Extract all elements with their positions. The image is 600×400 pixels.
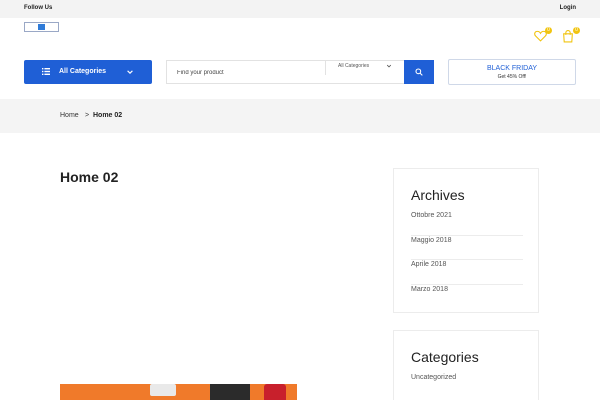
archives-list: Ottobre 2021 Maggio 2018 Aprile 2018 Mar… — [411, 211, 523, 310]
site-logo[interactable] — [24, 22, 59, 32]
archive-item[interactable]: Marzo 2018 — [411, 285, 523, 310]
promo-subtitle: Get 45% Off! — [497, 74, 527, 80]
black-friday-promo[interactable]: BLACK FRIDAY Get 45% Off! — [448, 59, 576, 85]
wishlist-count-badge: 0 — [545, 27, 552, 34]
top-bar: Follow Us Login — [0, 0, 600, 18]
follow-us-label: Follow Us — [24, 5, 53, 11]
cart-button[interactable]: 0 — [562, 27, 580, 44]
product-shape — [210, 384, 250, 400]
archive-item[interactable]: Ottobre 2021 — [411, 211, 523, 236]
archive-item[interactable]: Maggio 2018 — [411, 236, 523, 261]
logo-image-icon — [38, 24, 45, 30]
category-select[interactable]: All Categories — [338, 63, 369, 69]
categories-title: Categories — [411, 349, 479, 365]
breadcrumb: Home > Home 02 — [0, 99, 600, 133]
search-input[interactable] — [177, 67, 317, 79]
cart-count-badge: 0 — [573, 27, 580, 34]
search-divider — [325, 61, 326, 75]
all-categories-button[interactable]: All Categories — [24, 60, 152, 84]
product-shape — [264, 384, 286, 400]
archive-item[interactable]: Aprile 2018 — [411, 260, 523, 286]
search-icon — [415, 68, 423, 76]
search-button[interactable] — [404, 60, 434, 84]
page-title: Home 02 — [60, 169, 119, 185]
menu-icon — [42, 68, 50, 75]
breadcrumb-separator: > — [85, 112, 90, 119]
search-bar: All Categories — [166, 60, 404, 84]
wishlist-button[interactable]: 0 — [534, 27, 552, 44]
categories-widget: Categories Uncategorized — [393, 330, 539, 400]
product-shape — [150, 384, 176, 396]
all-categories-label: All Categories — [59, 68, 107, 75]
chevron-down-icon — [127, 70, 133, 74]
promo-title: BLACK FRIDAY — [486, 65, 538, 72]
bag-icon — [563, 30, 573, 43]
category-chevron-down-icon — [386, 64, 392, 68]
breadcrumb-home-link[interactable]: Home — [60, 112, 79, 119]
archives-widget: Archives Ottobre 2021 Maggio 2018 Aprile… — [393, 168, 539, 313]
login-link[interactable]: Login — [560, 5, 576, 11]
featured-product-image[interactable] — [60, 384, 297, 400]
category-item[interactable]: Uncategorized — [411, 374, 456, 381]
archives-title: Archives — [411, 187, 465, 203]
breadcrumb-current: Home 02 — [93, 112, 123, 119]
